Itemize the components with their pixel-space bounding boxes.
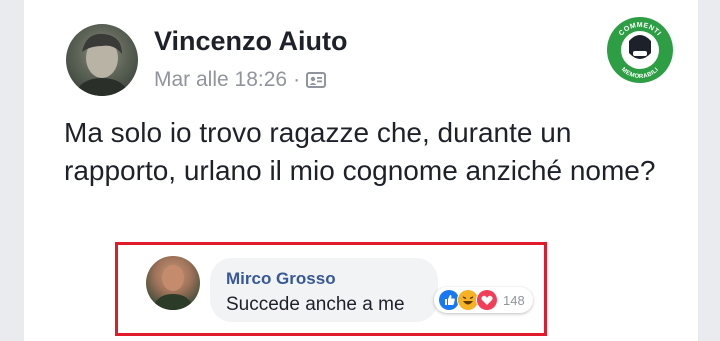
post-body-text: Ma solo io trovo ragazze che, durante un…: [64, 117, 656, 186]
post-author-name[interactable]: Vincenzo Aiuto: [154, 26, 348, 57]
commenter-avatar[interactable]: [146, 256, 200, 310]
avatar-photo-icon: [74, 33, 130, 96]
group-icon[interactable]: [306, 71, 327, 89]
commenti-memorabili-logo: COMMENTI MEMORABILI: [605, 15, 675, 85]
meta-separator: ·: [293, 68, 301, 91]
avatar-photo-icon: [152, 265, 194, 310]
reaction-count: 148: [503, 292, 525, 308]
comment-text: Succede anche a me: [226, 294, 405, 315]
reactions-summary[interactable]: 148: [434, 287, 533, 313]
post-meta: Mar alle 18:26 ·: [154, 68, 327, 92]
love-icon: [476, 289, 498, 311]
author-avatar[interactable]: [66, 24, 138, 96]
post-timestamp[interactable]: Mar alle 18:26: [154, 68, 287, 92]
comment-author-name[interactable]: Mirco Grosso: [226, 269, 336, 289]
